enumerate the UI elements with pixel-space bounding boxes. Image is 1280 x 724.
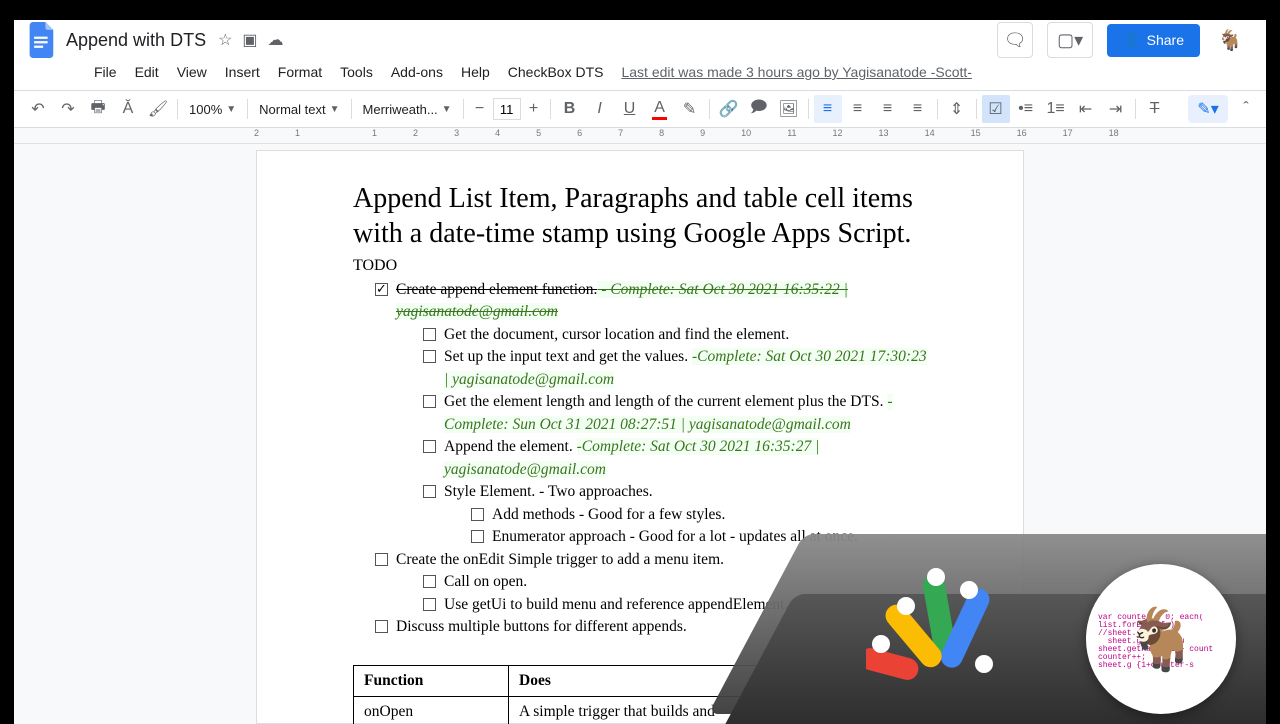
checkbox-icon[interactable] bbox=[423, 328, 436, 341]
function-table[interactable]: FunctionDoes onOpenA simple trigger that… bbox=[353, 665, 927, 724]
checkbox-icon[interactable] bbox=[423, 485, 436, 498]
list-item[interactable]: Use getUi to build menu and reference ap… bbox=[423, 594, 927, 616]
document-title[interactable]: Append with DTS bbox=[66, 30, 206, 51]
decrease-indent-button[interactable]: ⇤ bbox=[1072, 95, 1100, 123]
comments-button[interactable]: 🗨 bbox=[997, 22, 1033, 58]
list-item[interactable]: Style Element. - Two approaches. bbox=[423, 481, 927, 503]
bulleted-list-button[interactable]: •≡ bbox=[1012, 95, 1040, 123]
spellcheck-button[interactable]: Ǎ bbox=[114, 95, 142, 123]
list-item[interactable]: Create append element function. - Comple… bbox=[375, 279, 927, 324]
align-left-button[interactable]: ≡ bbox=[814, 95, 842, 123]
menu-format[interactable]: Format bbox=[270, 60, 330, 84]
image-button[interactable]: 🖼 bbox=[775, 95, 803, 123]
checkbox-icon[interactable] bbox=[423, 598, 436, 611]
clear-format-button[interactable]: T bbox=[1141, 95, 1169, 123]
list-item[interactable]: Discuss multiple buttons for different a… bbox=[375, 616, 927, 638]
comment-button[interactable]: 🗩 bbox=[745, 95, 773, 123]
list-item[interactable]: Create the onEdit Simple trigger to add … bbox=[375, 549, 927, 571]
menu-help[interactable]: Help bbox=[453, 60, 498, 84]
checkbox-icon[interactable] bbox=[375, 553, 388, 566]
line-spacing-button[interactable]: ⇕ bbox=[943, 95, 971, 123]
checkbox-checked-icon[interactable] bbox=[375, 283, 388, 296]
share-button[interactable]: 👤Share bbox=[1107, 24, 1200, 57]
decrease-font-button[interactable]: − bbox=[469, 95, 491, 123]
cloud-status-icon: ☁ bbox=[268, 30, 284, 50]
print-button[interactable]: 🖶 bbox=[84, 95, 112, 123]
editing-mode-button[interactable]: ✎▾ bbox=[1188, 95, 1228, 123]
font-size-input[interactable] bbox=[493, 98, 521, 120]
align-right-button[interactable]: ≡ bbox=[874, 95, 902, 123]
checkbox-icon[interactable] bbox=[423, 350, 436, 363]
link-button[interactable]: 🔗 bbox=[715, 95, 743, 123]
yagisanatode-badge-icon: var counter = 0; each(list.forEach(fn)//… bbox=[1086, 564, 1236, 714]
ruler[interactable]: 21123456789101112131415161718 bbox=[14, 128, 1266, 144]
menu-view[interactable]: View bbox=[169, 60, 215, 84]
menu-bar: File Edit View Insert Format Tools Add-o… bbox=[14, 60, 1266, 90]
menu-edit[interactable]: Edit bbox=[127, 60, 167, 84]
list-item[interactable]: Set up the input text and get the values… bbox=[423, 346, 927, 391]
font-select[interactable]: Merriweath...▼ bbox=[357, 95, 458, 123]
zoom-select[interactable]: 100%▼ bbox=[183, 95, 242, 123]
text-color-button[interactable]: A bbox=[646, 95, 674, 123]
increase-indent-button[interactable]: ⇥ bbox=[1102, 95, 1130, 123]
document-page[interactable]: Append List Item, Paragraphs and table c… bbox=[256, 150, 1024, 724]
collapse-toolbar-button[interactable]: ˆ bbox=[1236, 100, 1256, 118]
list-item[interactable]: Get the document, cursor location and fi… bbox=[423, 324, 927, 346]
present-button[interactable]: ▢▾ bbox=[1047, 22, 1093, 58]
list-item[interactable]: Call on open. bbox=[423, 571, 927, 593]
undo-button[interactable]: ↶ bbox=[24, 95, 52, 123]
todo-heading[interactable]: TODO bbox=[353, 257, 927, 275]
checkbox-icon[interactable] bbox=[423, 395, 436, 408]
numbered-list-button[interactable]: 1≡ bbox=[1042, 95, 1070, 123]
align-center-button[interactable]: ≡ bbox=[844, 95, 872, 123]
star-icon[interactable]: ☆ bbox=[218, 30, 232, 50]
list-item[interactable]: Enumerator approach - Good for a lot - u… bbox=[471, 526, 927, 548]
list-item[interactable]: Append the element. -Complete: Sat Oct 3… bbox=[423, 436, 927, 481]
checkbox-icon[interactable] bbox=[375, 620, 388, 633]
checkbox-icon[interactable] bbox=[471, 530, 484, 543]
paint-format-button[interactable]: 🖌 bbox=[144, 95, 172, 123]
checklist-button[interactable]: ☑ bbox=[982, 95, 1010, 123]
align-justify-button[interactable]: ≡ bbox=[904, 95, 932, 123]
table-row[interactable]: FunctionDoes bbox=[354, 665, 927, 696]
increase-font-button[interactable]: + bbox=[523, 95, 545, 123]
menu-file[interactable]: File bbox=[86, 60, 125, 84]
account-avatar[interactable]: 🐐 bbox=[1214, 24, 1246, 56]
list-item[interactable]: Get the element length and length of the… bbox=[423, 391, 927, 436]
heading-line-1[interactable]: Append List Item, Paragraphs and table c… bbox=[353, 181, 927, 216]
checkbox-icon[interactable] bbox=[423, 440, 436, 453]
redo-button[interactable]: ↷ bbox=[54, 95, 82, 123]
style-select[interactable]: Normal text▼ bbox=[253, 95, 345, 123]
list-item[interactable]: Add methods - Good for a few styles. bbox=[471, 504, 927, 526]
menu-tools[interactable]: Tools bbox=[332, 60, 381, 84]
toolbar: ↶ ↷ 🖶 Ǎ 🖌 100%▼ Normal text▼ Merriweath.… bbox=[14, 90, 1266, 128]
underline-button[interactable]: U bbox=[616, 95, 644, 123]
bold-button[interactable]: B bbox=[556, 95, 584, 123]
checkbox-icon[interactable] bbox=[423, 575, 436, 588]
highlight-button[interactable]: ✎ bbox=[676, 95, 704, 123]
menu-checkbox-dts[interactable]: CheckBox DTS bbox=[500, 60, 612, 84]
heading-line-2[interactable]: with a date-time stamp using Google Apps… bbox=[353, 216, 927, 251]
last-edit-link[interactable]: Last edit was made 3 hours ago by Yagisa… bbox=[621, 64, 971, 80]
menu-insert[interactable]: Insert bbox=[217, 60, 268, 84]
menu-addons[interactable]: Add-ons bbox=[383, 60, 451, 84]
docs-logo-icon[interactable] bbox=[24, 22, 60, 58]
move-icon[interactable]: ▣ bbox=[242, 30, 257, 50]
person-icon: 👤 bbox=[1123, 32, 1140, 49]
checkbox-icon[interactable] bbox=[471, 508, 484, 521]
italic-button[interactable]: I bbox=[586, 95, 614, 123]
